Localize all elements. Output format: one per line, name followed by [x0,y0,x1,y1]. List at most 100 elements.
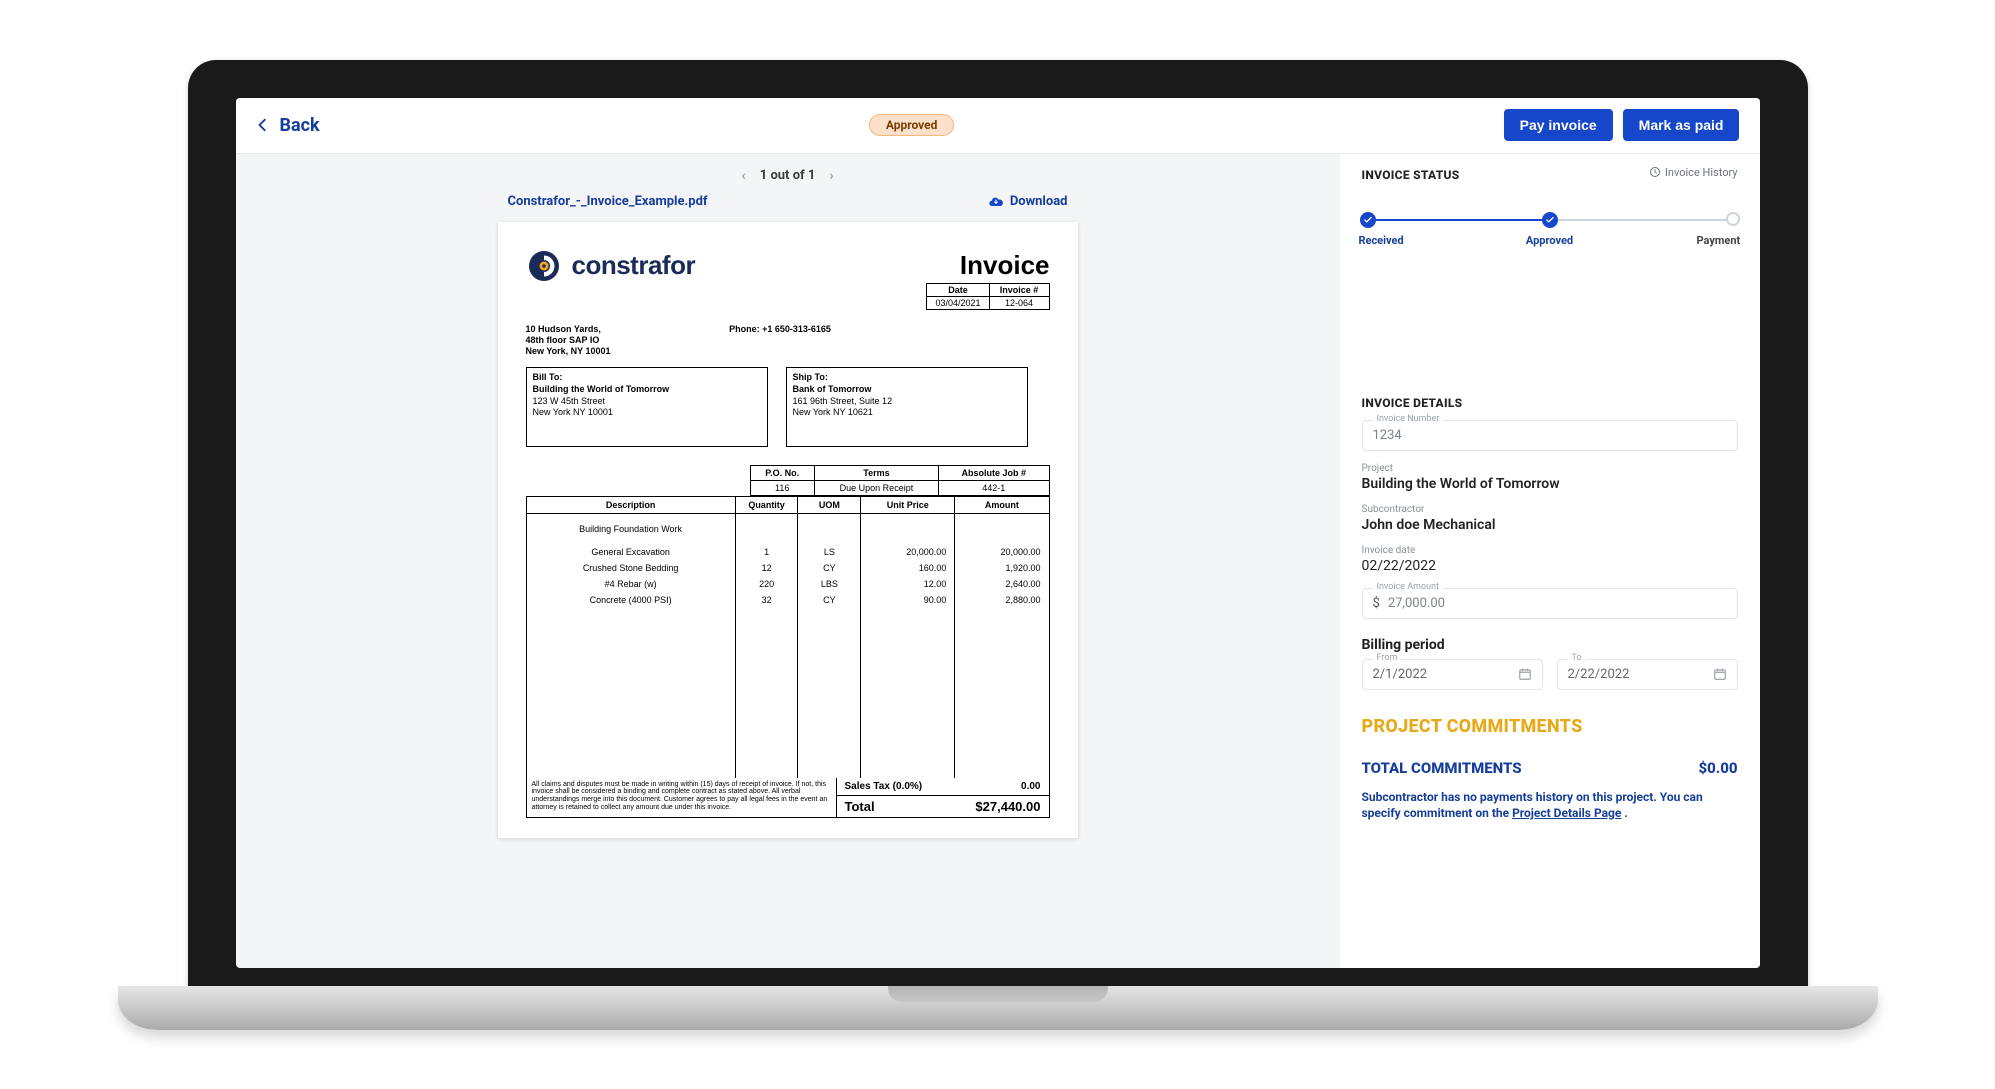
document-header-bar: Constrafor_-_Invoice_Example.pdf Downloa… [508,194,1068,210]
billing-to-field[interactable]: To 2/22/2022 [1557,659,1738,690]
cloud-download-icon [988,194,1004,210]
commitments-note: Subcontractor has no payments history on… [1362,789,1738,821]
invoice-footer: All claims and disputes must be made in … [526,778,1050,818]
invoice-number-value: 1234 [1373,428,1402,443]
invoice-date-value: 02/22/2022 [1362,558,1738,574]
bill-to-h: Bill To: [533,372,761,384]
invoice-amount-value: 27,000.00 [1388,596,1445,611]
status-progress: Received Approved Payment [1368,212,1732,236]
project-value: Building the World of Tomorrow [1362,476,1738,492]
pager-indicator: 1 out of 1 [760,168,816,183]
status-pill: Approved [869,114,955,136]
constrafor-logo-icon [526,248,562,284]
line-item-row: #4 Rebar (w) 220 LBS 12.00 2,640.00 [526,576,1049,592]
calendar-icon [1713,667,1727,681]
po-val: 116 [750,481,814,496]
job-val: 442-1 [938,481,1049,496]
project-label: Project [1362,463,1738,474]
li-amount: 20,000.00 [955,544,1049,560]
invoice-title: Invoice [926,250,1049,281]
laptop-notch [888,986,1108,1002]
tax-value: 0.00 [1021,781,1040,792]
invoice-history-link[interactable]: Invoice History [1649,166,1738,179]
project-details-link[interactable]: Project Details Page [1512,806,1621,820]
meta-invno: 12-064 [989,296,1049,309]
app-screen: Back Approved Pay invoice Mark as paid ‹… [236,98,1760,968]
col-amount: Amount [955,497,1049,514]
total-commitments-row: TOTAL COMMITMENTS $0.00 [1362,759,1738,777]
addr-line: New York, NY 10001 [526,346,611,357]
back-label: Back [280,115,320,136]
pager-next[interactable]: › [829,168,833,184]
pager-prev[interactable]: ‹ [741,168,745,184]
li-amount: 2,640.00 [955,576,1049,592]
li-desc: Crushed Stone Bedding [526,560,735,576]
billing-from-field[interactable]: From 2/1/2022 [1362,659,1543,690]
total-label: Total [845,799,875,814]
status-label-approved: Approved [1526,234,1573,247]
download-label: Download [1010,194,1068,209]
col-uom: UOM [798,497,861,514]
pay-invoice-button[interactable]: Pay invoice [1504,109,1613,141]
company-address: 10 Hudson Yards, 48th floor SAP IO New Y… [526,324,611,358]
invoice-number-field[interactable]: Invoice Number 1234 [1362,420,1738,451]
tax-row: Sales Tax (0.0%) 0.00 [837,778,1049,796]
invoice-document: constrafor Invoice DateInvoice # 03/04/2… [498,222,1078,838]
addr-line: 10 Hudson Yards, [526,324,611,335]
total-row: Total $27,440.00 [837,796,1049,817]
billing-period-heading: Billing period [1362,637,1738,653]
bill-to-line: Building the World of Tomorrow [533,384,761,396]
document-viewer-pane: ‹ 1 out of 1 › Constrafor_-_Invoice_Exam… [236,154,1340,968]
status-node-approved [1542,212,1558,228]
document-pager: ‹ 1 out of 1 › [741,168,833,184]
line-items-table: Description Quantity UOM Unit Price Amou… [526,496,1050,778]
ship-to-line: 161 96th Street, Suite 12 [793,396,1021,408]
company-phone: Phone: +1 650-313-6165 [729,324,831,334]
invoice-amount-field[interactable]: Invoice Amount $ 27,000.00 [1362,588,1738,619]
address-boxes: Bill To: Building the World of Tomorrow … [526,367,1050,447]
chevron-left-icon [256,118,270,132]
invoice-meta-table: DateInvoice # 03/04/202112-064 [926,283,1049,310]
details-pane: Invoice History INVOICE STATUS Received … [1340,154,1760,968]
check-icon [1363,215,1373,225]
line-item-row: Concrete (4000 PSI) 32 CY 90.00 2,880.00 [526,592,1049,608]
download-button[interactable]: Download [988,194,1068,210]
li-qty: 12 [735,560,798,576]
status-label-payment: Payment [1697,234,1741,247]
billing-period-row: From 2/1/2022 To 2/22/2022 [1362,659,1738,690]
line-item-row: General Excavation 1 LS 20,000.00 20,000… [526,544,1049,560]
totals-block: Sales Tax (0.0%) 0.00 Total $27,440.00 [837,778,1049,817]
bill-to-line: New York NY 10001 [533,407,761,419]
commitments-heading: PROJECT COMMITMENTS [1362,716,1738,737]
po-table: P.O. No. Terms Absolute Job # 116 Due Up… [750,465,1050,496]
invoice-history-label: Invoice History [1665,166,1738,179]
job-h: Absolute Job # [938,466,1049,481]
company-address-row: 10 Hudson Yards, 48th floor SAP IO New Y… [526,324,1050,358]
subcontractor-label: Subcontractor [1362,504,1738,515]
back-button[interactable]: Back [256,115,320,136]
details-heading: INVOICE DETAILS [1362,396,1738,410]
li-unit: 160.00 [861,560,955,576]
col-qty: Quantity [735,497,798,514]
invoice-date-label: Invoice date [1362,545,1738,556]
track-line-pending [1550,219,1732,221]
from-value: 2/1/2022 [1373,667,1428,682]
line-heading-row: Building Foundation Work [526,514,1049,544]
total-commitments-value: $0.00 [1698,759,1737,777]
li-unit: 20,000.00 [861,544,955,560]
topbar: Back Approved Pay invoice Mark as paid [236,98,1760,154]
total-commitments-label: TOTAL COMMITMENTS [1362,759,1522,777]
screen-bezel: Back Approved Pay invoice Mark as paid ‹… [188,60,1808,986]
laptop-mockup: Back Approved Pay invoice Mark as paid ‹… [188,60,1808,1030]
to-label: To [1568,653,1586,663]
ship-to-box: Ship To: Bank of Tomorrow 161 96th Stree… [786,367,1028,447]
addr-line: 48th floor SAP IO [526,335,611,346]
mark-as-paid-button[interactable]: Mark as paid [1623,109,1740,141]
clock-icon [1649,166,1661,178]
li-qty: 1 [735,544,798,560]
li-unit: 12.00 [861,576,955,592]
status-node-received [1360,212,1376,228]
calendar-icon [1518,667,1532,681]
li-uom: CY [798,560,861,576]
subcontractor-value: John doe Mechanical [1362,517,1738,533]
